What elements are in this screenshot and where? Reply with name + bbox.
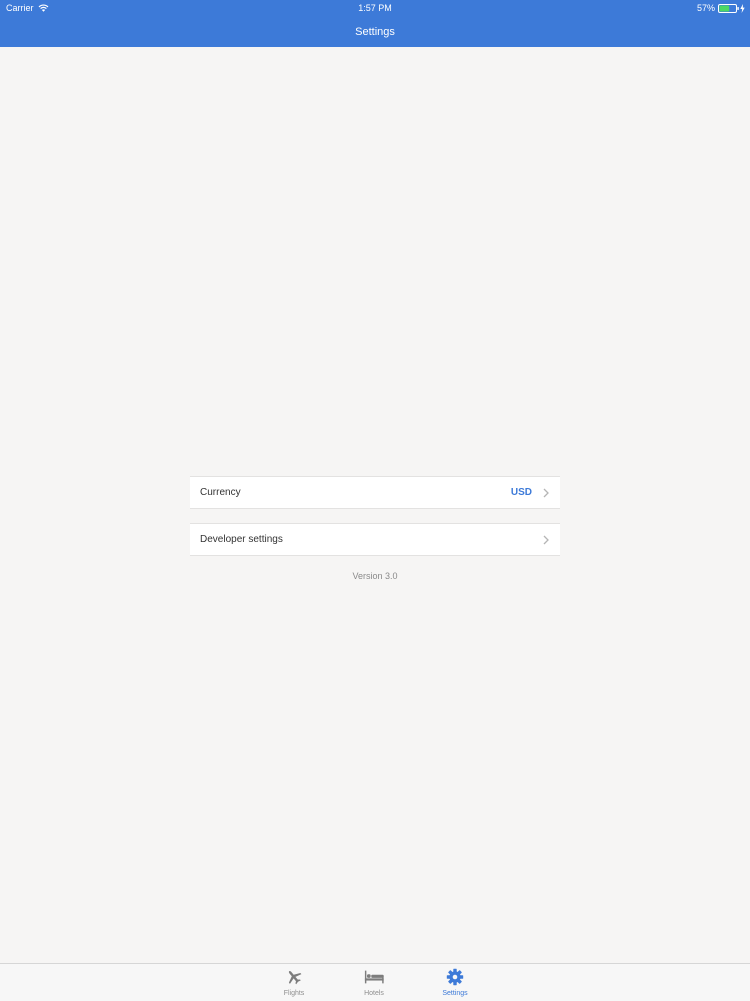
version-label: Version 3.0 (352, 571, 398, 581)
tab-bar: Flights Hotels Settings (0, 963, 750, 1001)
chevron-right-icon (542, 534, 550, 546)
tab-settings-label: Settings (442, 990, 468, 997)
navigation-bar: Carrier 1:57 PM 57% Settings (0, 0, 750, 47)
airplane-icon (284, 968, 304, 986)
status-bar: Carrier 1:57 PM 57% (0, 0, 750, 16)
charging-bolt-icon (740, 3, 745, 13)
battery-group: 57% (697, 0, 745, 16)
tab-flights[interactable]: Flights (264, 968, 324, 1001)
bed-icon (364, 968, 384, 986)
status-time: 1:57 PM (358, 3, 392, 13)
currency-row[interactable]: Currency USD (190, 477, 560, 508)
developer-settings-label: Developer settings (200, 534, 283, 545)
tab-settings[interactable]: Settings (425, 968, 485, 1001)
chevron-right-icon (542, 487, 550, 499)
page-title: Settings (355, 26, 395, 38)
tab-hotels[interactable]: Hotels (344, 968, 404, 1001)
developer-group: Developer settings (190, 523, 560, 556)
developer-settings-row[interactable]: Developer settings (190, 524, 560, 555)
currency-value: USD (510, 487, 532, 498)
gear-icon (445, 968, 465, 986)
battery-percentage: 57% (696, 3, 715, 13)
currency-group: Currency USD (190, 476, 560, 509)
tab-flights-label: Flights (283, 990, 305, 997)
tab-hotels-label: Hotels (364, 990, 384, 997)
currency-label: Currency (200, 487, 241, 498)
battery-icon (718, 3, 739, 13)
